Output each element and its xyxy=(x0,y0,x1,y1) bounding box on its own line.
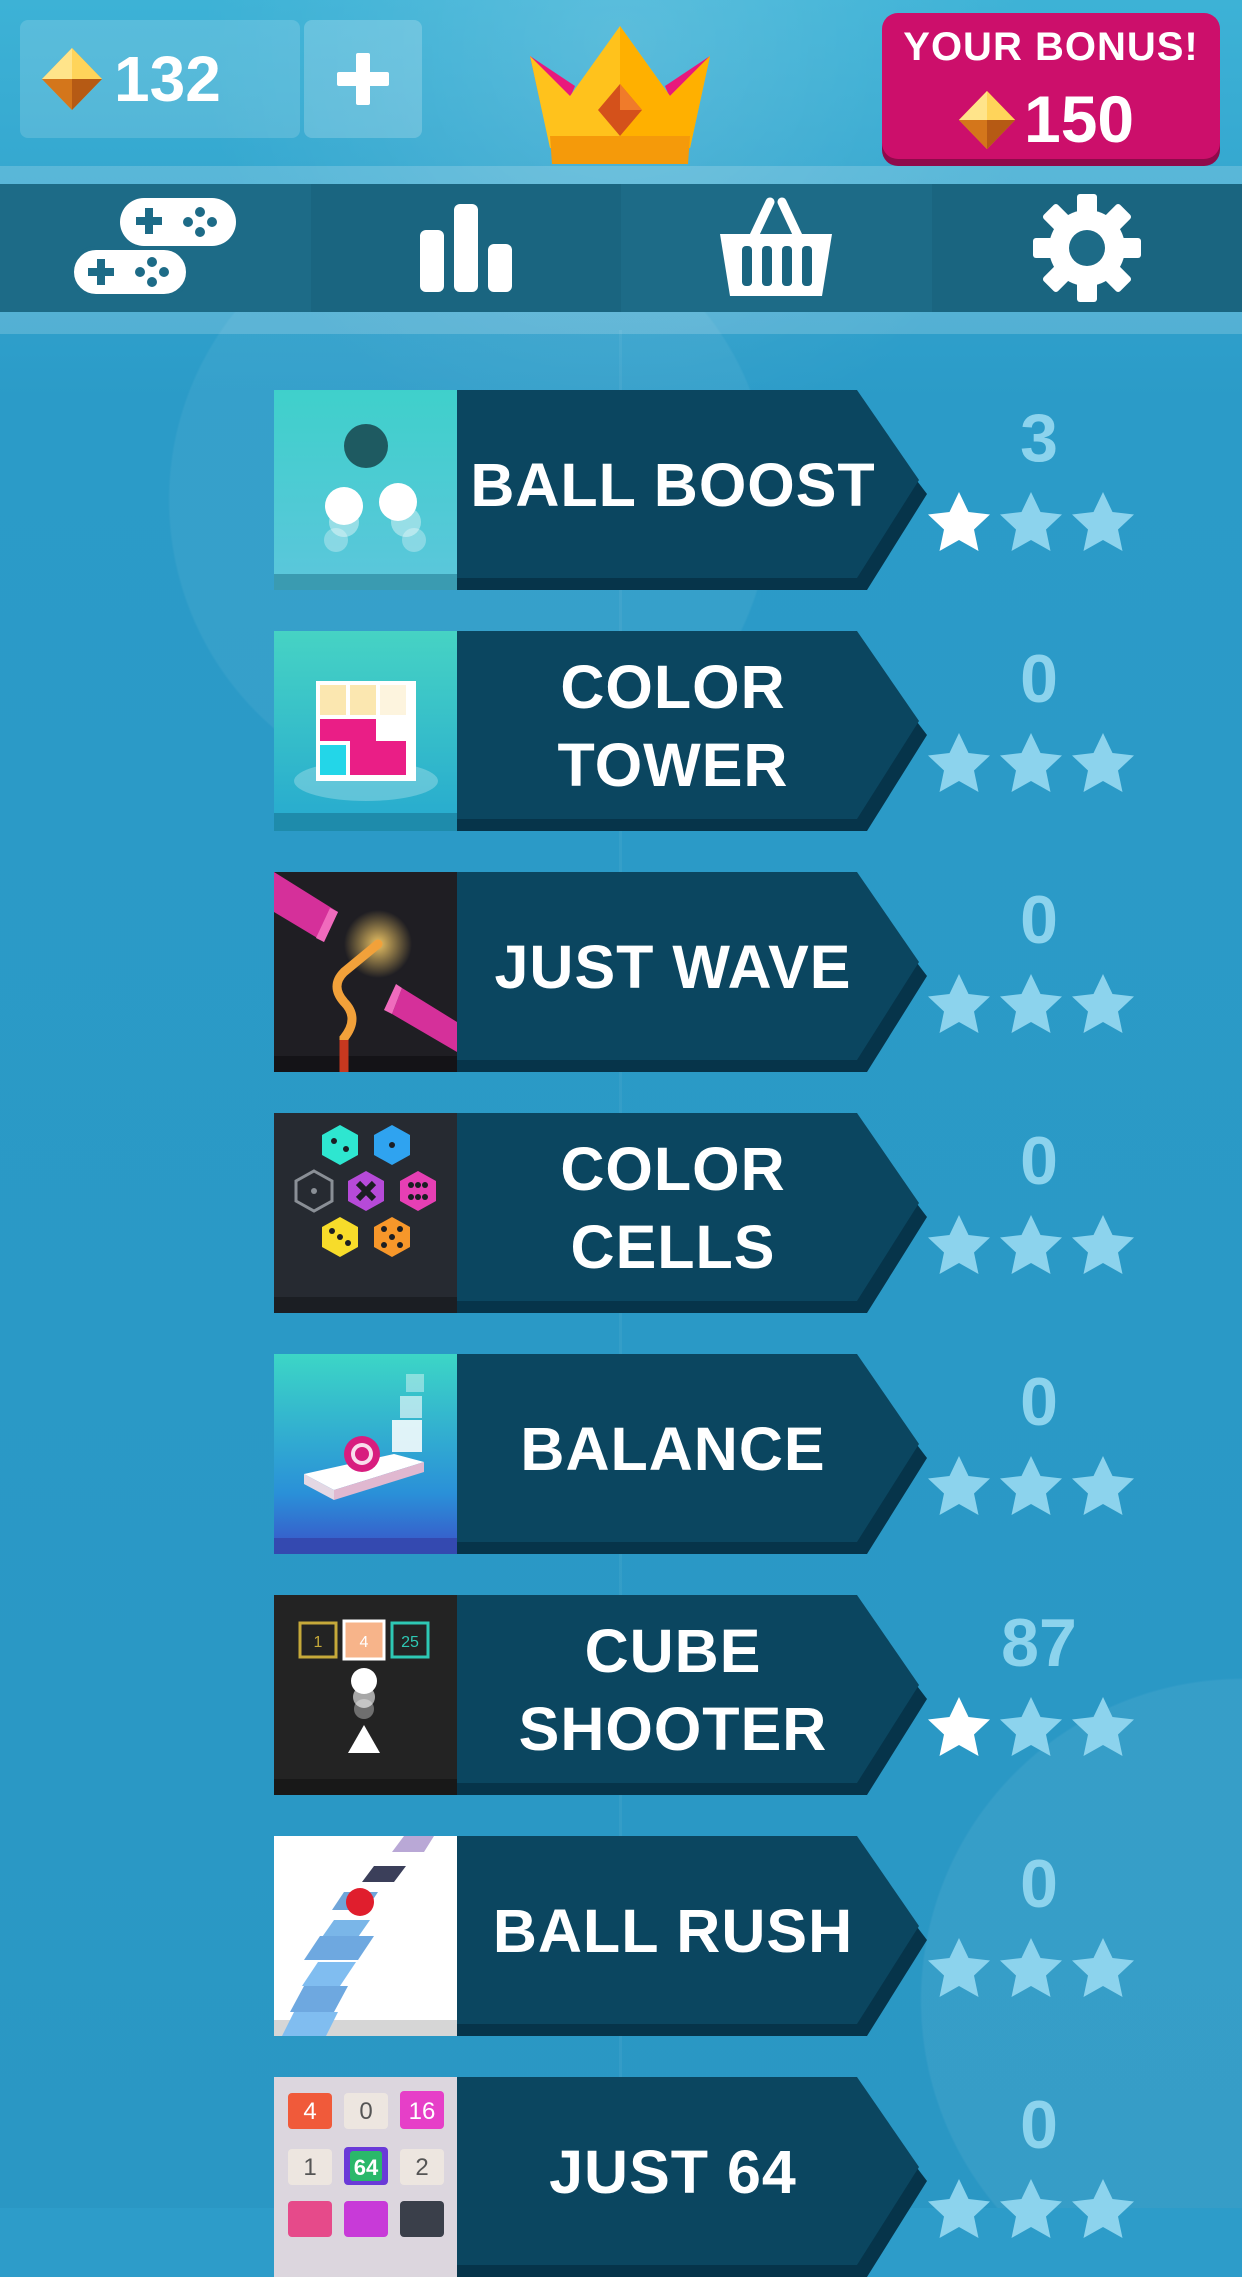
star-empty-icon xyxy=(1070,1454,1136,1520)
star-empty-icon xyxy=(1070,731,1136,797)
game-thumbnail xyxy=(274,872,457,1072)
cube-label: 4 xyxy=(360,1634,369,1651)
game-title: COLOR TOWER xyxy=(457,631,889,821)
game-row-just-wave[interactable]: JUST WAVE 0 xyxy=(274,872,1154,1072)
star-empty-icon xyxy=(926,972,992,1038)
star-empty-icon xyxy=(998,1213,1064,1279)
bonus-amount: 150 xyxy=(1024,79,1134,159)
game-row-ball-rush[interactable]: BALL RUSH 0 xyxy=(274,1836,1154,2036)
star-rating xyxy=(926,731,1148,801)
game-thumbnail: 4 0 16 1 64 2 xyxy=(274,2077,457,2277)
game-thumbnail: 1 4 25 xyxy=(274,1595,457,1795)
gem-count: 132 xyxy=(114,40,221,118)
star-empty-icon xyxy=(998,2177,1064,2243)
gem-counter: 132 xyxy=(20,20,300,138)
star-empty-icon xyxy=(1070,972,1136,1038)
star-empty-icon xyxy=(926,1213,992,1279)
game-row-ball-boost[interactable]: BALL BOOST 3 xyxy=(274,390,1154,590)
game-score: 0 xyxy=(924,639,1154,719)
tile-label: 1 xyxy=(303,2154,316,2181)
bonus-button[interactable]: YOUR BONUS! 150 xyxy=(882,13,1220,159)
star-rating xyxy=(926,1936,1148,2006)
game-title: BALANCE xyxy=(457,1354,889,1544)
star-empty-icon xyxy=(926,1936,992,2002)
game-banner: JUST 64 xyxy=(457,2077,927,2277)
star-rating xyxy=(926,1213,1148,1283)
tile-label: 64 xyxy=(354,2155,379,2180)
game-score: 87 xyxy=(924,1603,1154,1683)
star-rating xyxy=(926,972,1148,1042)
crown-icon xyxy=(520,26,720,166)
game-banner: COLOR CELLS xyxy=(457,1113,927,1313)
star-empty-icon xyxy=(998,1454,1064,1520)
game-title: JUST 64 xyxy=(457,2077,889,2267)
game-title: COLOR CELLS xyxy=(457,1113,889,1303)
star-empty-icon xyxy=(998,731,1064,797)
star-empty-icon xyxy=(1070,490,1136,556)
game-thumbnail xyxy=(274,1836,457,2036)
star-filled-icon xyxy=(926,490,992,556)
leaderboard-icon xyxy=(420,204,512,292)
tile-label: 0 xyxy=(359,2098,372,2125)
tab-games[interactable] xyxy=(0,184,311,312)
nav-bar xyxy=(0,184,1242,312)
game-score: 3 xyxy=(924,398,1154,478)
gem-icon xyxy=(40,46,104,112)
star-empty-icon xyxy=(1070,1213,1136,1279)
star-rating xyxy=(926,1695,1148,1765)
game-thumbnail xyxy=(274,1113,457,1313)
tile-label: 2 xyxy=(415,2154,428,2181)
star-filled-icon xyxy=(926,1695,992,1761)
star-empty-icon xyxy=(998,1936,1064,2002)
game-score: 0 xyxy=(924,1844,1154,1924)
cube-label: 1 xyxy=(314,1634,323,1651)
star-empty-icon xyxy=(1070,2177,1136,2243)
game-score: 0 xyxy=(924,1362,1154,1442)
star-empty-icon xyxy=(926,2177,992,2243)
game-row-color-tower[interactable]: COLOR TOWER 0 xyxy=(274,631,1154,831)
bonus-title: YOUR BONUS! xyxy=(882,25,1220,70)
game-thumbnail xyxy=(274,631,457,831)
star-empty-icon xyxy=(1070,1695,1136,1761)
tile-label: 16 xyxy=(409,2098,436,2125)
star-rating xyxy=(926,490,1148,560)
game-banner: CUBE SHOOTER xyxy=(457,1595,927,1795)
add-gems-button[interactable] xyxy=(304,20,422,138)
star-empty-icon xyxy=(926,731,992,797)
star-empty-icon xyxy=(998,1695,1064,1761)
game-banner: BALANCE xyxy=(457,1354,927,1554)
game-row-balance[interactable]: BALANCE 0 xyxy=(274,1354,1154,1554)
tab-stats[interactable] xyxy=(311,184,622,312)
tile-label: 4 xyxy=(303,2098,316,2125)
gamepad-icon xyxy=(70,196,240,300)
game-title: BALL BOOST xyxy=(457,390,889,580)
star-empty-icon xyxy=(998,490,1064,556)
game-banner: JUST WAVE xyxy=(457,872,927,1072)
game-thumbnail xyxy=(274,1354,457,1554)
game-banner: COLOR TOWER xyxy=(457,631,927,831)
star-empty-icon xyxy=(998,972,1064,1038)
game-title: JUST WAVE xyxy=(457,872,889,1062)
game-score: 0 xyxy=(924,880,1154,960)
star-rating xyxy=(926,2177,1148,2247)
game-title: BALL RUSH xyxy=(457,1836,889,2026)
tab-settings[interactable] xyxy=(932,184,1242,312)
game-title: CUBE SHOOTER xyxy=(457,1595,889,1785)
game-banner: BALL RUSH xyxy=(457,1836,927,2036)
game-row-cube-shooter[interactable]: 1 4 25 CUBE SHOOTER 87 xyxy=(274,1595,1154,1795)
star-empty-icon xyxy=(1070,1936,1136,2002)
game-score: 0 xyxy=(924,2085,1154,2165)
game-row-color-cells[interactable]: COLOR CELLS 0 xyxy=(274,1113,1154,1313)
shop-basket-icon xyxy=(718,196,834,300)
tab-shop[interactable] xyxy=(621,184,932,312)
game-score: 0 xyxy=(924,1121,1154,1201)
game-thumbnail xyxy=(274,390,457,590)
gear-icon xyxy=(1033,194,1141,302)
gem-icon xyxy=(957,89,1017,151)
star-empty-icon xyxy=(926,1454,992,1520)
game-row-just-64[interactable]: 4 0 16 1 64 2 JUST 64 0 xyxy=(274,2077,1154,2277)
star-rating xyxy=(926,1454,1148,1524)
game-banner: BALL BOOST xyxy=(457,390,927,590)
cube-label: 25 xyxy=(401,1634,419,1651)
